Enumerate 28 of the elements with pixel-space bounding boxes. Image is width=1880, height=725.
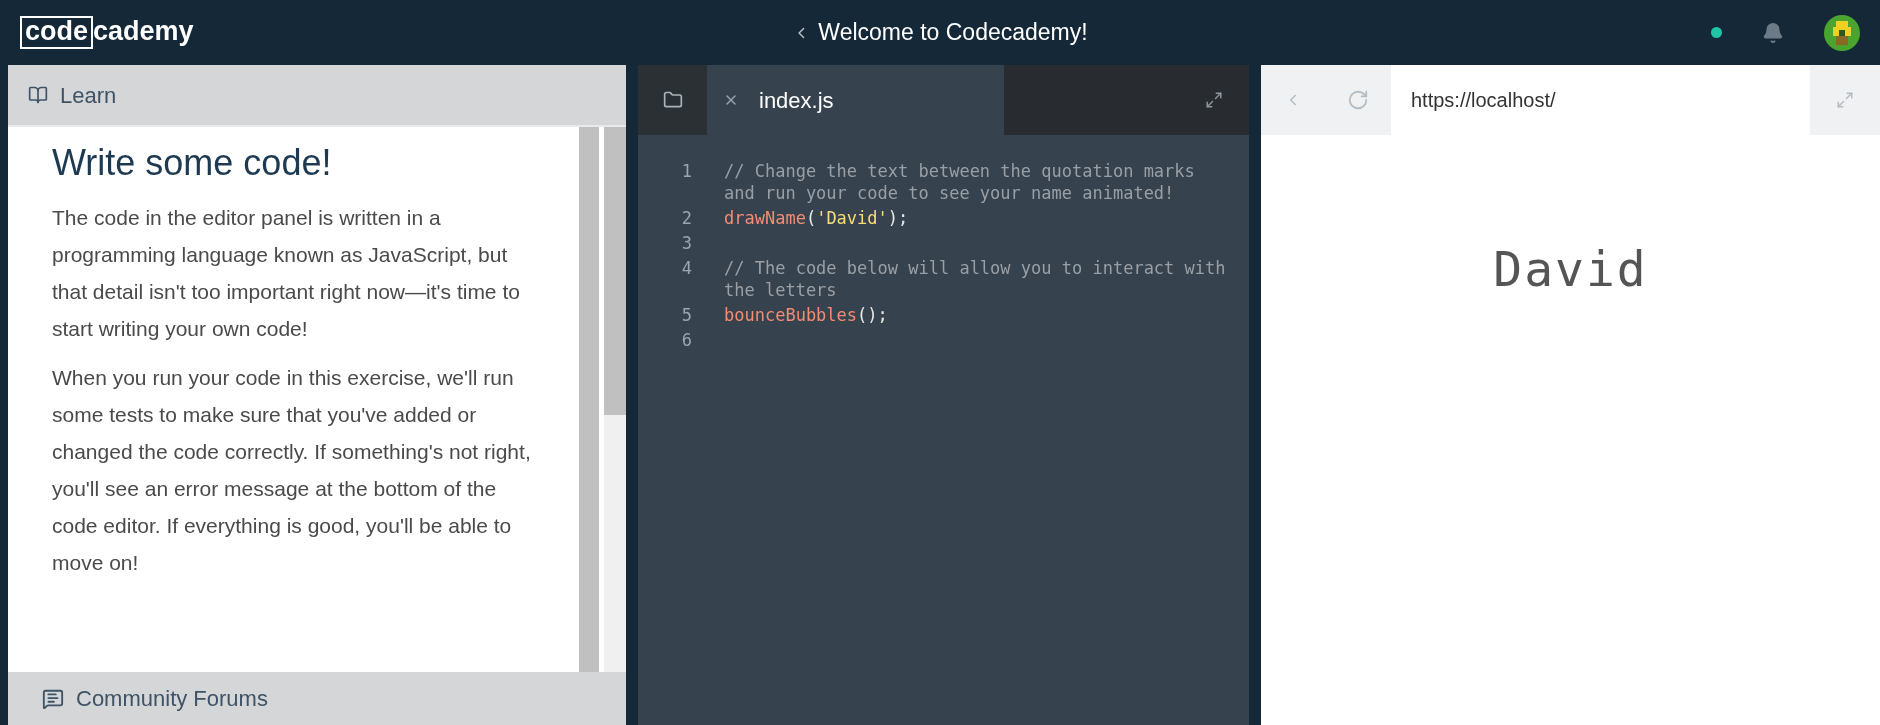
- lesson-paragraph: When you run your code in this exercise, we'll run some tests to make sure that you've added or changed the code correctly. If something's not right, you'll see an error message at the bottom of the code editor. If everything is good, you'll be able to move on!: [52, 365, 532, 576]
- line-number: 1: [680, 160, 692, 183]
- code-line: bounceBubbles();: [724, 304, 889, 326]
- code-line: // Change the text between the quotation marks and run your code to see your name animated!: [724, 160, 1196, 204]
- lesson-paragraph: The code in the editor panel is written in a programming language known as JavaScript, but that detail isn't too important right now—it's time to start writing your own code!: [52, 205, 521, 342]
- url-field[interactable]: https://localhost/: [1391, 65, 1810, 135]
- lesson-title: Welcome to Codecademy!: [818, 18, 1088, 48]
- logo[interactable]: code cademy: [20, 16, 194, 49]
- scrollbar-thumb[interactable]: [604, 127, 626, 415]
- code-line: // The code below will allow you to interact with the letters: [724, 257, 1227, 301]
- expand-icon[interactable]: [1205, 91, 1223, 109]
- code-line: drawName('David');: [724, 207, 910, 229]
- avatar-icon[interactable]: [1824, 14, 1860, 51]
- notification-bell-icon[interactable]: [1762, 21, 1784, 44]
- file-tab[interactable]: index.js: [707, 65, 1004, 135]
- chat-icon: [42, 687, 64, 710]
- file-browser-button[interactable]: [638, 65, 707, 135]
- line-number: 2: [680, 207, 692, 229]
- animated-name: David: [1493, 240, 1648, 299]
- folder-icon: [662, 90, 683, 110]
- line-number: 5: [680, 304, 692, 326]
- line-number: 6: [680, 329, 692, 351]
- line-number: 4: [680, 257, 692, 280]
- book-icon: [28, 85, 48, 105]
- learn-tab[interactable]: Learn: [8, 65, 626, 127]
- community-forums-tab[interactable]: Community Forums: [8, 672, 626, 725]
- line-number: 3: [680, 232, 692, 254]
- lesson-heading: Write some code!: [52, 141, 333, 185]
